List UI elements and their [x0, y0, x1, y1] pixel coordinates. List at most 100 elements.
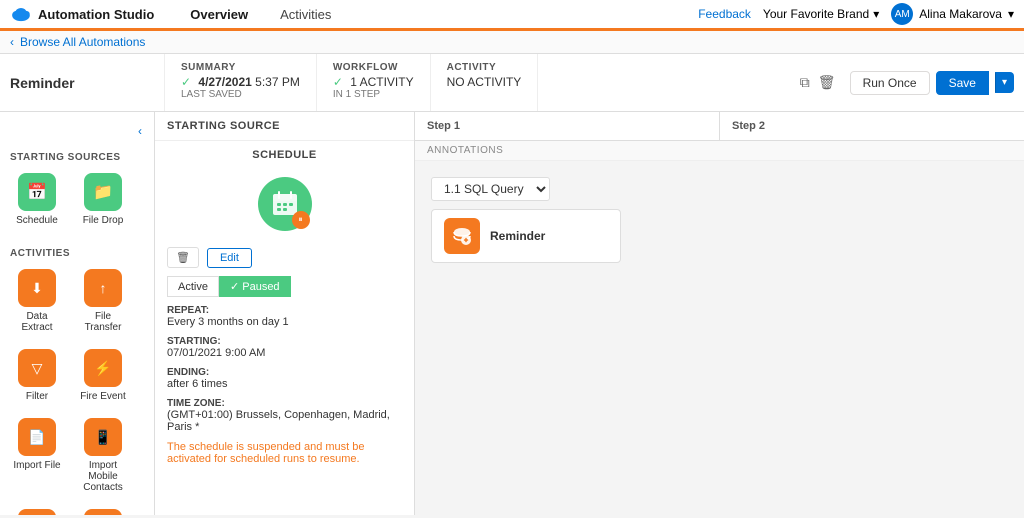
- canvas-body: 1.1 SQL Query Reminder: [415, 161, 1024, 515]
- activity-card[interactable]: Reminder: [431, 209, 621, 263]
- schedule-edit-button[interactable]: Edit: [207, 248, 252, 268]
- delete-icon[interactable]: 🗑: [818, 74, 836, 91]
- repeat-label: REPEAT:: [167, 305, 402, 316]
- summary-bar: Reminder SUMMARY ✓ 4/27/2021 5:37 PMLAST…: [0, 54, 1024, 112]
- avatar: AM: [891, 3, 913, 25]
- schedule-label: Schedule: [16, 215, 58, 226]
- canvas-step-1: 1.1 SQL Query Reminder: [427, 173, 720, 503]
- sidebar-item-file-drop[interactable]: 📁 File Drop: [72, 167, 134, 232]
- activity-card-name: Reminder: [490, 229, 545, 243]
- middle-panel-content: SCHEDULE ⏸: [155, 141, 414, 515]
- sidebar-item-file-transfer[interactable]: ↑ File Transfer: [72, 263, 134, 339]
- app-logo-area: Automation Studio: [10, 5, 154, 23]
- tab-overview[interactable]: Overview: [174, 0, 264, 31]
- right-canvas: Step 1 Step 2 ANNOTATIONS 1.1 SQL Query: [415, 112, 1024, 515]
- summary-time: 5:37 PM: [255, 75, 300, 89]
- schedule-actions: 🗑 Edit: [167, 247, 402, 268]
- file-transfer-icon: ↑: [84, 269, 122, 307]
- file-drop-label: File Drop: [83, 215, 124, 226]
- app-title: Automation Studio: [38, 7, 154, 22]
- activities-list: ⬇ Data Extract ↑ File Transfer ▽ Filter …: [0, 263, 154, 515]
- feedback-link[interactable]: Feedback: [698, 7, 751, 21]
- top-nav: Automation Studio Overview Activities Fe…: [0, 0, 1024, 31]
- summary-actions: ⧉ 🗑 Run Once Save ▾: [800, 54, 1014, 111]
- brand-dropdown[interactable]: Your Favorite Brand ▾: [763, 7, 879, 21]
- pause-badge: ⏸: [292, 211, 310, 229]
- activity-card-icon: [444, 218, 480, 254]
- starting-label: STARTING:: [167, 336, 402, 347]
- copy-icon[interactable]: ⧉: [800, 74, 810, 91]
- workflow-count: 1 ACTIVITY: [350, 75, 413, 89]
- summary-block: SUMMARY ✓ 4/27/2021 5:37 PMLAST SAVED: [165, 54, 317, 111]
- tab-activities[interactable]: Activities: [264, 0, 347, 31]
- schedule-details: REPEAT: Every 3 months on day 1 STARTING…: [167, 305, 402, 465]
- nav-right: Feedback Your Favorite Brand ▾ AM Alina …: [698, 3, 1014, 25]
- status-buttons: Active ✓ Paused: [167, 276, 402, 297]
- step2-header: Step 2: [720, 112, 1024, 140]
- starting-sources-list: 📅 Schedule 📁 File Drop: [0, 167, 154, 232]
- check-icon: ✓: [181, 75, 191, 89]
- schedule-delete-button[interactable]: 🗑: [167, 247, 199, 268]
- sidebar-item-refresh-group[interactable]: ↻ Refresh Group: [6, 503, 68, 515]
- save-button[interactable]: Save: [936, 71, 989, 95]
- file-drop-icon: 📁: [84, 173, 122, 211]
- sidebar-item-fire-event[interactable]: ⚡ Fire Event: [72, 343, 134, 408]
- activity-label: ACTIVITY: [447, 62, 522, 73]
- canvas-step-2: [720, 173, 1013, 503]
- secondary-nav[interactable]: ‹ Browse All Automations: [0, 31, 1024, 54]
- annotations-bar: ANNOTATIONS: [415, 141, 1024, 161]
- run-once-button[interactable]: Run Once: [850, 71, 930, 95]
- filter-icon: ▽: [18, 349, 56, 387]
- activity-block: ACTIVITY NO ACTIVITY: [431, 54, 539, 111]
- step-dropdown: 1.1 SQL Query: [431, 177, 716, 201]
- check-icon: ✓: [333, 75, 343, 89]
- schedule-warning: The schedule is suspended and must be ac…: [167, 441, 402, 465]
- starting-value: 07/01/2021 9:00 AM: [167, 347, 402, 359]
- middle-panel-header: STARTING SOURCE: [155, 112, 414, 141]
- sidebar-collapse-button[interactable]: ‹: [132, 120, 148, 142]
- sidebar-item-filter[interactable]: ▽ Filter: [6, 343, 68, 408]
- sql-query-card-icon: [451, 225, 473, 247]
- active-status-button[interactable]: Active: [167, 276, 219, 297]
- sidebar-item-import-mobile[interactable]: 📱 Import Mobile Contacts: [72, 412, 134, 499]
- summary-sub: LAST SAVED: [181, 89, 300, 100]
- import-mobile-icon: 📱: [84, 418, 122, 456]
- workflow-label: WORKFLOW: [333, 62, 414, 73]
- back-icon: ‹: [10, 35, 14, 49]
- sidebar-item-refresh-mobile[interactable]: ↻ Refresh Mobile: [72, 503, 134, 515]
- schedule-icon: 📅: [18, 173, 56, 211]
- summary-date: 4/27/2021: [198, 75, 251, 89]
- data-extract-icon: ⬇: [18, 269, 56, 307]
- schedule-large-icon: ⏸: [258, 177, 312, 231]
- main-layout: ‹ STARTING SOURCES 📅 Schedule 📁 File Dro…: [0, 112, 1024, 515]
- sidebar-item-import-file[interactable]: 📄 Import File: [6, 412, 68, 499]
- sidebar-item-data-extract[interactable]: ⬇ Data Extract: [6, 263, 68, 339]
- fire-event-icon: ⚡: [84, 349, 122, 387]
- workflow-block: WORKFLOW ✓ 1 ACTIVITY IN 1 STEP: [317, 54, 431, 111]
- step-select[interactable]: 1.1 SQL Query: [431, 177, 550, 201]
- refresh-group-icon: ↻: [18, 509, 56, 515]
- browse-automations-link[interactable]: Browse All Automations: [20, 35, 145, 49]
- icon-buttons: ⧉ 🗑: [800, 74, 836, 91]
- paused-status-button[interactable]: ✓ Paused: [219, 276, 291, 297]
- user-area[interactable]: AM Alina Makarova ▾: [891, 3, 1014, 25]
- import-file-icon: 📄: [18, 418, 56, 456]
- sidebar-item-schedule[interactable]: 📅 Schedule: [6, 167, 68, 232]
- left-sidebar: ‹ STARTING SOURCES 📅 Schedule 📁 File Dro…: [0, 112, 155, 515]
- save-dropdown-button[interactable]: ▾: [995, 72, 1014, 93]
- chevron-down-icon: ▾: [1008, 7, 1014, 21]
- middle-panel: STARTING SOURCE SCHEDULE: [155, 112, 415, 515]
- chevron-down-icon: ▾: [873, 7, 879, 21]
- workflow-value: ✓ 1 ACTIVITY IN 1 STEP: [333, 75, 414, 100]
- cloud-icon: [10, 5, 32, 23]
- ending-label: ENDING:: [167, 367, 402, 378]
- timezone-label: TIME ZONE:: [167, 398, 402, 409]
- canvas-header: Step 1 Step 2: [415, 112, 1024, 141]
- nav-tabs: Overview Activities: [174, 0, 347, 28]
- activities-label: ACTIVITIES: [0, 242, 154, 263]
- automation-title-area: Reminder: [10, 54, 165, 111]
- starting-sources-label: STARTING SOURCES: [0, 146, 154, 167]
- schedule-section-label: SCHEDULE: [167, 149, 402, 161]
- summary-value: ✓ 4/27/2021 5:37 PMLAST SAVED: [181, 75, 300, 100]
- repeat-value: Every 3 months on day 1: [167, 316, 402, 328]
